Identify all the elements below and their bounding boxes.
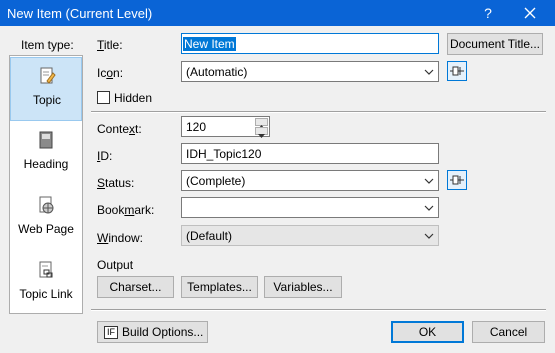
hidden-checkbox[interactable] <box>97 91 110 104</box>
item-type-label-topic: Topic <box>32 93 61 107</box>
item-type-label: Item type: <box>21 38 74 52</box>
output-heading: Output <box>97 258 134 272</box>
item-type-list: Topic Heading Web Page Topic Link <box>9 55 83 314</box>
help-button[interactable]: ? <box>470 0 506 26</box>
heading-book-icon <box>39 131 53 149</box>
title-input[interactable]: New Item <box>181 33 439 54</box>
spin-up-button[interactable] <box>255 118 268 129</box>
spin-down-icon <box>258 134 265 138</box>
window-dropdown[interactable]: (Default) <box>181 225 439 246</box>
topic-icon <box>40 67 56 84</box>
help-icon: ? <box>484 5 492 21</box>
separator <box>91 309 546 311</box>
chevron-down-icon <box>424 178 434 184</box>
bookmark-dropdown[interactable] <box>181 197 439 218</box>
window-value: (Default) <box>186 229 233 243</box>
variables-button[interactable]: Variables... <box>264 276 342 298</box>
templates-button[interactable]: Templates... <box>181 276 258 298</box>
window-label: Window: <box>97 231 144 245</box>
id-value: IDH_Topic120 <box>186 147 262 161</box>
topic-link-icon <box>39 261 53 278</box>
web-page-icon <box>39 196 54 214</box>
spin-down-button[interactable] <box>255 127 268 138</box>
close-icon <box>524 7 536 19</box>
id-input[interactable]: IDH_Topic120 <box>181 143 439 164</box>
context-value: 120 <box>186 120 207 134</box>
ok-button[interactable]: OK <box>391 321 464 343</box>
title-label: Title: <box>97 38 123 52</box>
icon-dropdown[interactable]: (Automatic) <box>181 61 439 82</box>
status-label: Status: <box>97 176 135 190</box>
item-type-label-heading: Heading <box>23 157 69 171</box>
status-pin-button[interactable] <box>447 170 467 190</box>
bookmark-label: Bookmark: <box>97 203 155 217</box>
build-options-icon: IF <box>104 325 118 339</box>
title-input-value: New Item <box>183 37 236 51</box>
chevron-down-icon <box>424 233 434 239</box>
status-value: (Complete) <box>186 174 246 188</box>
item-type-label-web-page: Web Page <box>18 222 74 236</box>
charset-button[interactable]: Charset... <box>97 276 174 298</box>
status-dropdown[interactable]: (Complete) <box>181 170 439 191</box>
icon-pin-button[interactable] <box>447 61 467 81</box>
context-spinner[interactable]: 120 <box>181 116 270 138</box>
context-label: Context: <box>97 122 142 136</box>
build-options-label: Build Options... <box>122 325 204 339</box>
icon-label: Icon: <box>97 66 124 80</box>
item-type-topic-link[interactable]: Topic Link <box>10 252 82 316</box>
separator <box>91 111 546 113</box>
pin-icon <box>450 66 464 76</box>
item-type-web-page[interactable]: Web Page <box>10 187 82 251</box>
document-title-button[interactable]: Document Title... <box>447 33 543 55</box>
chevron-down-icon <box>424 69 434 75</box>
build-options-button[interactable]: IF Build Options... <box>97 321 208 343</box>
cancel-button[interactable]: Cancel <box>472 321 545 343</box>
context-spin-buttons[interactable] <box>255 118 268 138</box>
close-button[interactable] <box>512 0 548 26</box>
chevron-down-icon <box>424 205 434 211</box>
window-title: New Item (Current Level) <box>7 6 153 21</box>
title-bar: New Item (Current Level) ? <box>0 0 555 26</box>
item-type-label-topic-link: Topic Link <box>19 287 73 301</box>
item-type-heading[interactable]: Heading <box>10 122 82 186</box>
item-type-topic[interactable]: Topic <box>10 57 82 121</box>
id-label: ID: <box>97 149 113 163</box>
pin-icon <box>450 175 464 185</box>
icon-dropdown-value: (Automatic) <box>186 65 248 79</box>
hidden-label: Hidden <box>114 91 153 105</box>
